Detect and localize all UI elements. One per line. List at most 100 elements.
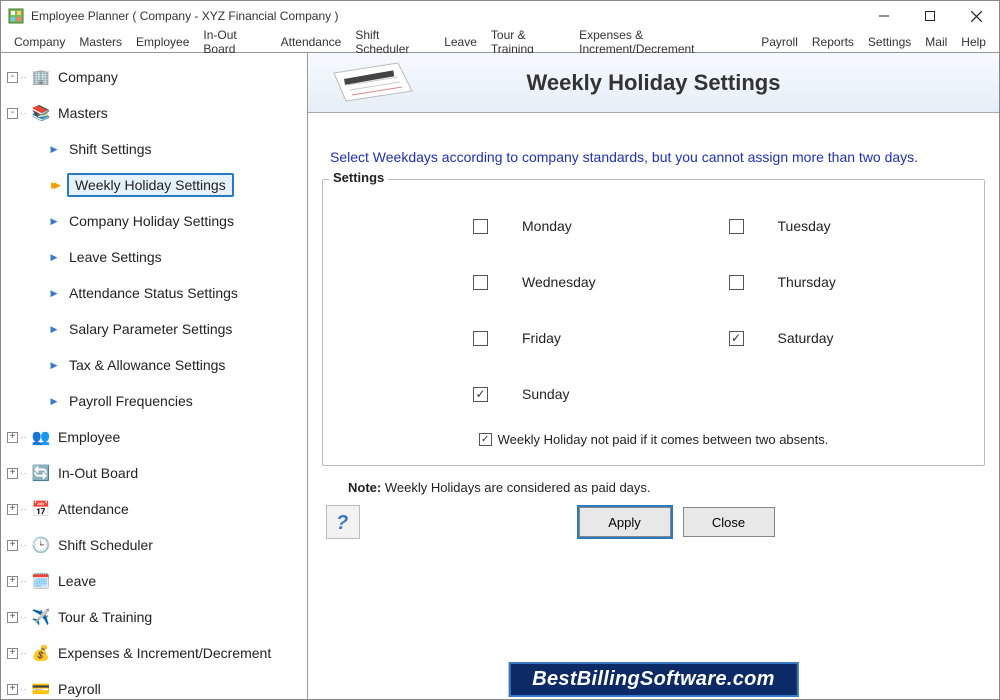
paid-note-checkbox[interactable]	[479, 433, 492, 446]
close-panel-button[interactable]: Close	[683, 507, 775, 537]
settings-legend: Settings	[329, 170, 388, 185]
day-label: Saturday	[778, 330, 834, 346]
day-saturday: Saturday	[729, 330, 965, 346]
panel-header: Weekly Holiday Settings	[308, 53, 999, 113]
tree-connector-icon: ··	[20, 576, 28, 587]
tree-node-employee[interactable]: +··👥Employee	[3, 419, 305, 455]
expand-icon[interactable]: -	[7, 72, 18, 83]
arrow-icon	[47, 286, 61, 300]
settings-fieldset: Settings MondayTuesdayWednesdayThursdayF…	[322, 179, 985, 466]
node-icon: 🗓️	[32, 572, 50, 590]
tree-node-shift-scheduler[interactable]: +··🕒Shift Scheduler	[3, 527, 305, 563]
day-thursday: Thursday	[729, 274, 965, 290]
node-label: Tax & Allowance Settings	[67, 355, 227, 375]
menu-item-reports[interactable]: Reports	[805, 35, 861, 49]
expand-icon[interactable]: +	[7, 576, 18, 587]
panel-title: Weekly Holiday Settings	[527, 70, 781, 96]
tree-child-shift-settings[interactable]: Shift Settings	[3, 131, 305, 167]
menu-item-employee[interactable]: Employee	[129, 35, 196, 49]
paid-note-label: Weekly Holiday not paid if it comes betw…	[498, 432, 829, 447]
expand-icon[interactable]: +	[7, 684, 18, 695]
tree-child-salary-parameter-settings[interactable]: Salary Parameter Settings	[3, 311, 305, 347]
day-label: Wednesday	[522, 274, 596, 290]
tree-child-weekly-holiday-settings[interactable]: Weekly Holiday Settings	[3, 167, 305, 203]
day-label: Sunday	[522, 386, 569, 402]
expand-icon[interactable]: +	[7, 648, 18, 659]
menu-item-masters[interactable]: Masters	[72, 35, 129, 49]
node-label: Tour & Training	[56, 607, 154, 627]
node-label: Salary Parameter Settings	[67, 319, 234, 339]
tree-node-company[interactable]: -··🏢Company	[3, 59, 305, 95]
tree-node-leave[interactable]: +·· 🗓️ Leave	[3, 563, 305, 599]
maximize-button[interactable]	[907, 1, 953, 31]
tree-connector-icon: ··	[20, 504, 28, 515]
node-label: Company	[56, 67, 120, 87]
day-sunday: Sunday	[473, 386, 709, 402]
tree-node-expenses-increment-decrement[interactable]: +··💰Expenses & Increment/Decrement	[3, 635, 305, 671]
arrow-icon	[47, 178, 61, 192]
svg-text:?: ?	[336, 512, 348, 534]
menu-item-payroll[interactable]: Payroll	[754, 35, 805, 49]
node-icon: 🕒	[32, 536, 50, 554]
tree-child-company-holiday-settings[interactable]: Company Holiday Settings	[3, 203, 305, 239]
day-label: Friday	[522, 330, 561, 346]
expand-icon[interactable]: -	[7, 108, 18, 119]
expand-icon[interactable]: +	[7, 612, 18, 623]
close-button[interactable]	[953, 1, 999, 31]
day-friday: Friday	[473, 330, 709, 346]
button-bar: ? Apply Close	[308, 501, 999, 549]
menu-item-attendance[interactable]: Attendance	[274, 35, 349, 49]
menu-item-mail[interactable]: Mail	[918, 35, 954, 49]
day-checkbox-monday[interactable]	[473, 219, 488, 234]
menu-item-help[interactable]: Help	[954, 35, 993, 49]
tree-child-tax-allowance-settings[interactable]: Tax & Allowance Settings	[3, 347, 305, 383]
menu-item-tour-training[interactable]: Tour & Training	[484, 28, 572, 56]
node-label: Leave	[56, 571, 98, 591]
node-label: Shift Settings	[67, 139, 154, 159]
note-text: Weekly Holidays are considered as paid d…	[385, 480, 651, 495]
menu-item-in-out-board[interactable]: In-Out Board	[196, 28, 273, 56]
expand-icon[interactable]: +	[7, 540, 18, 551]
tree-child-leave-settings[interactable]: Leave Settings	[3, 239, 305, 275]
day-checkbox-thursday[interactable]	[729, 275, 744, 290]
day-monday: Monday	[473, 218, 709, 234]
tree-node-payroll[interactable]: +··💳Payroll	[3, 671, 305, 699]
tree-child-payroll-frequencies[interactable]: Payroll Frequencies	[3, 383, 305, 419]
node-label: Payroll Frequencies	[67, 391, 195, 411]
tree-connector-icon: ··	[20, 684, 28, 695]
day-checkbox-saturday[interactable]	[729, 331, 744, 346]
day-grid: MondayTuesdayWednesdayThursdayFridaySatu…	[343, 218, 964, 402]
expand-icon[interactable]: +	[7, 504, 18, 515]
tree-node-attendance[interactable]: +··📅Attendance	[3, 491, 305, 527]
menu-item-leave[interactable]: Leave	[437, 35, 484, 49]
node-icon: 💰	[32, 644, 50, 662]
main-panel: Weekly Holiday Settings Select Weekdays …	[308, 53, 999, 699]
apply-button[interactable]: Apply	[579, 507, 671, 537]
arrow-icon	[47, 322, 61, 336]
tree-node-tour-training[interactable]: +··✈️Tour & Training	[3, 599, 305, 635]
header-illustration-icon	[316, 57, 426, 109]
tree-node-masters[interactable]: -··📚Masters	[3, 95, 305, 131]
help-button[interactable]: ?	[326, 505, 360, 539]
tree-node-in-out-board[interactable]: +··🔄In-Out Board	[3, 455, 305, 491]
node-icon: 🔄	[32, 464, 50, 482]
menu-item-settings[interactable]: Settings	[861, 35, 918, 49]
menu-item-shift-scheduler[interactable]: Shift Scheduler	[348, 28, 437, 56]
expand-icon[interactable]: +	[7, 468, 18, 479]
note-label: Note:	[348, 480, 381, 495]
day-checkbox-wednesday[interactable]	[473, 275, 488, 290]
node-label: Employee	[56, 427, 122, 447]
node-label: Shift Scheduler	[56, 535, 155, 555]
minimize-button[interactable]	[861, 1, 907, 31]
day-checkbox-friday[interactable]	[473, 331, 488, 346]
node-label: Attendance	[56, 499, 131, 519]
expand-icon[interactable]: +	[7, 432, 18, 443]
menu-item-company[interactable]: Company	[7, 35, 72, 49]
tree-connector-icon: ··	[20, 72, 28, 83]
day-checkbox-sunday[interactable]	[473, 387, 488, 402]
day-checkbox-tuesday[interactable]	[729, 219, 744, 234]
menu-item-expenses-increment-decrement[interactable]: Expenses & Increment/Decrement	[572, 28, 754, 56]
sidebar-tree: -··🏢Company-··📚Masters Shift Settings Week…	[1, 53, 308, 699]
tree-child-attendance-status-settings[interactable]: Attendance Status Settings	[3, 275, 305, 311]
tree-connector-icon: ··	[20, 432, 28, 443]
